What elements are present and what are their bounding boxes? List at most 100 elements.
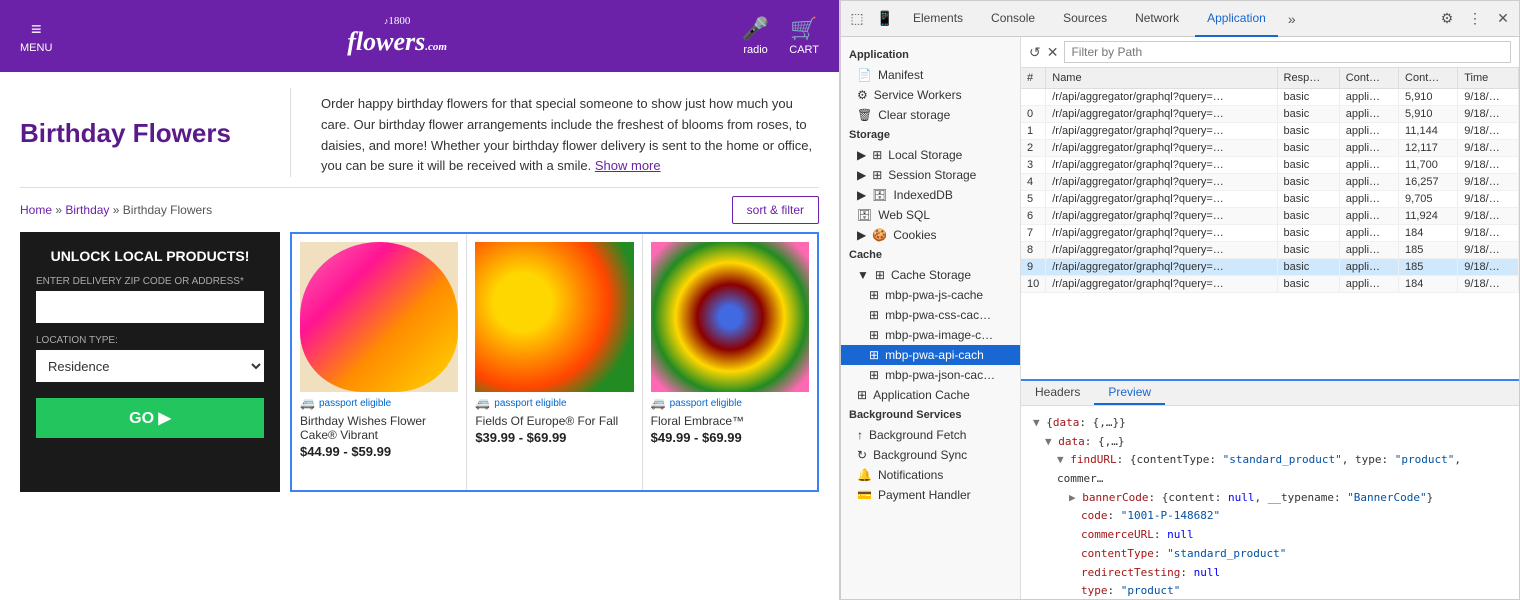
cell-name: /r/api/aggregator/graphql?query=… <box>1046 89 1277 106</box>
sidebar-item-pwa-api[interactable]: ⊞ mbp-pwa-api-cach <box>841 345 1020 365</box>
breadcrumb-home[interactable]: Home <box>20 203 52 217</box>
cell-name: /r/api/aggregator/graphql?query=… <box>1046 140 1277 157</box>
radio-group[interactable]: 🎤 radio <box>742 16 769 56</box>
menu-group[interactable]: ≡ MENU <box>20 19 52 54</box>
cell-resp: basic <box>1277 89 1339 106</box>
tab-elements[interactable]: Elements <box>901 1 975 37</box>
table-row[interactable]: 0 /r/api/aggregator/graphql?query=… basi… <box>1021 106 1519 123</box>
devtools-device-btn[interactable]: 📱 <box>873 7 897 31</box>
preview-content: ▼ {data: {,…}} ▼ data: {,…} ▼ findURL: {… <box>1021 406 1519 599</box>
tab-more[interactable]: » <box>1282 11 1302 27</box>
zip-input[interactable] <box>36 291 264 323</box>
table-row[interactable]: 2 /r/api/aggregator/graphql?query=… basi… <box>1021 140 1519 157</box>
cookies-icon: 🍪 <box>872 228 887 242</box>
sidebar-item-service-workers[interactable]: ⚙ Service Workers <box>841 85 1020 105</box>
devtools-more-btn[interactable]: ⋮ <box>1463 7 1487 31</box>
table-row[interactable]: 8 /r/api/aggregator/graphql?query=… basi… <box>1021 242 1519 259</box>
location-select[interactable]: Residence <box>36 350 264 382</box>
clear-storage-icon: 🗑 <box>857 108 872 122</box>
cell-cont2: 185 <box>1399 259 1458 276</box>
table-row[interactable]: 1 /r/api/aggregator/graphql?query=… basi… <box>1021 123 1519 140</box>
tab-network[interactable]: Network <box>1123 1 1191 37</box>
sidebar-item-pwa-css[interactable]: ⊞ mbp-pwa-css-cac… <box>841 305 1020 325</box>
sort-filter-button[interactable]: sort & filter <box>732 196 819 224</box>
sidebar-item-local-storage[interactable]: ▶ ⊞ Local Storage <box>841 145 1020 165</box>
go-button[interactable]: GO ▶ <box>36 398 264 438</box>
sidebar-item-session-storage[interactable]: ▶ ⊞ Session Storage <box>841 165 1020 185</box>
cell-num: 6 <box>1021 208 1046 225</box>
devtools-inspect-btn[interactable]: ⬚ <box>845 7 869 31</box>
tab-headers[interactable]: Headers <box>1021 381 1094 405</box>
bg-sync-icon: ↻ <box>857 448 867 462</box>
passport-badge-1: 🚐 passport eligible <box>475 396 633 410</box>
tab-console[interactable]: Console <box>979 1 1047 37</box>
table-row[interactable]: 9 /r/api/aggregator/graphql?query=… basi… <box>1021 259 1519 276</box>
tab-application[interactable]: Application <box>1195 1 1278 37</box>
filter-clear-button[interactable]: ✕ <box>1047 44 1059 61</box>
sidebar-item-web-sql[interactable]: 🗄 Web SQL <box>841 205 1020 225</box>
sidebar-item-pwa-image[interactable]: ⊞ mbp-pwa-image-c… <box>841 325 1020 345</box>
sidebar-item-bg-sync[interactable]: ↻ Background Sync <box>841 445 1020 465</box>
sidebar-item-indexeddb[interactable]: ▶ 🗄 IndexedDB <box>841 185 1020 205</box>
devtools-close-btn[interactable]: ✕ <box>1491 7 1515 31</box>
sidebar-item-cache-storage[interactable]: ▼ ⊞ Cache Storage <box>841 265 1020 285</box>
pwa-json-icon: ⊞ <box>869 368 879 382</box>
table-row[interactable]: 4 /r/api/aggregator/graphql?query=… basi… <box>1021 174 1519 191</box>
cell-name: /r/api/aggregator/graphql?query=… <box>1046 276 1277 293</box>
sidebar-item-pwa-json[interactable]: ⊞ mbp-pwa-json-cac… <box>841 365 1020 385</box>
sidebar-item-clear-storage[interactable]: 🗑 Clear storage <box>841 105 1020 125</box>
filter-reload-button[interactable]: ↺ <box>1029 44 1041 61</box>
cell-cont2: 5,910 <box>1399 89 1458 106</box>
breadcrumb-birthday[interactable]: Birthday <box>65 203 109 217</box>
sidebar-item-pwa-js[interactable]: ⊞ mbp-pwa-js-cache <box>841 285 1020 305</box>
sidebar-section-background: Background Services <box>841 405 1020 425</box>
sidebar-item-notifications[interactable]: 🔔 Notifications <box>841 465 1020 485</box>
web-sql-icon: 🗄 <box>857 208 872 222</box>
cell-num: 7 <box>1021 225 1046 242</box>
header-logo[interactable]: ♪1800 flowers.com <box>347 15 447 57</box>
show-more-link[interactable]: Show more <box>595 158 661 173</box>
sidebar-item-payment[interactable]: 💳 Payment Handler <box>841 485 1020 505</box>
sidebar-item-cookies[interactable]: ▶ 🍪 Cookies <box>841 225 1020 245</box>
product-name-1: Fields Of Europe® For Fall <box>475 414 633 428</box>
tab-preview[interactable]: Preview <box>1094 381 1165 405</box>
zip-box: UNLOCK LOCAL PRODUCTS! ENTER DELIVERY ZI… <box>20 232 280 492</box>
product-card-0[interactable]: 🚐 passport eligible Birthday Wishes Flow… <box>292 234 467 490</box>
cell-num: 1 <box>1021 123 1046 140</box>
devtools-bottom: Headers Preview ▼ {data: {,…}} ▼ data: {… <box>1021 379 1519 599</box>
sidebar-label-pwa-json: mbp-pwa-json-cac… <box>885 368 995 382</box>
products-area: UNLOCK LOCAL PRODUCTS! ENTER DELIVERY ZI… <box>0 232 839 600</box>
table-row[interactable]: 5 /r/api/aggregator/graphql?query=… basi… <box>1021 191 1519 208</box>
table-row[interactable]: /r/api/aggregator/graphql?query=… basic … <box>1021 89 1519 106</box>
sidebar-item-manifest[interactable]: 📄 Manifest <box>841 65 1020 85</box>
logo-number: ♪1800 <box>384 15 411 27</box>
cell-resp: basic <box>1277 140 1339 157</box>
product-card-1[interactable]: 🚐 passport eligible Fields Of Europe® Fo… <box>467 234 642 490</box>
cell-time: 9/18/… <box>1458 157 1519 174</box>
notifications-icon: 🔔 <box>857 468 872 482</box>
filter-input[interactable] <box>1064 41 1511 63</box>
table-row[interactable]: 6 /r/api/aggregator/graphql?query=… basi… <box>1021 208 1519 225</box>
sidebar-item-bg-fetch[interactable]: ↑ Background Fetch <box>841 425 1020 445</box>
devtools-settings-btn[interactable]: ⚙ <box>1435 7 1459 31</box>
breadcrumb: Home » Birthday » Birthday Flowers <box>20 203 212 217</box>
table-row[interactable]: 3 /r/api/aggregator/graphql?query=… basi… <box>1021 157 1519 174</box>
table-row[interactable]: 7 /r/api/aggregator/graphql?query=… basi… <box>1021 225 1519 242</box>
sidebar-label-cookies: Cookies <box>893 228 936 242</box>
site-header: ≡ MENU ♪1800 flowers.com 🎤 radio 🛒 CART <box>0 0 839 72</box>
sidebar-label-pwa-css: mbp-pwa-css-cac… <box>885 308 991 322</box>
product-price-2: $49.99 - $69.99 <box>651 430 809 445</box>
passport-badge-2: 🚐 passport eligible <box>651 396 809 410</box>
cell-time: 9/18/… <box>1458 259 1519 276</box>
cell-cont1: appli… <box>1339 157 1398 174</box>
tab-sources[interactable]: Sources <box>1051 1 1119 37</box>
cell-num: 4 <box>1021 174 1046 191</box>
cart-group[interactable]: 🛒 CART <box>789 16 819 56</box>
sidebar-item-app-cache[interactable]: ⊞ Application Cache <box>841 385 1020 405</box>
cell-resp: basic <box>1277 174 1339 191</box>
product-card-2[interactable]: 🚐 passport eligible Floral Embrace™ $49.… <box>643 234 817 490</box>
cell-cont1: appli… <box>1339 276 1398 293</box>
table-row[interactable]: 10 /r/api/aggregator/graphql?query=… bas… <box>1021 276 1519 293</box>
cell-cont2: 16,257 <box>1399 174 1458 191</box>
product-price-1: $39.99 - $69.99 <box>475 430 633 445</box>
